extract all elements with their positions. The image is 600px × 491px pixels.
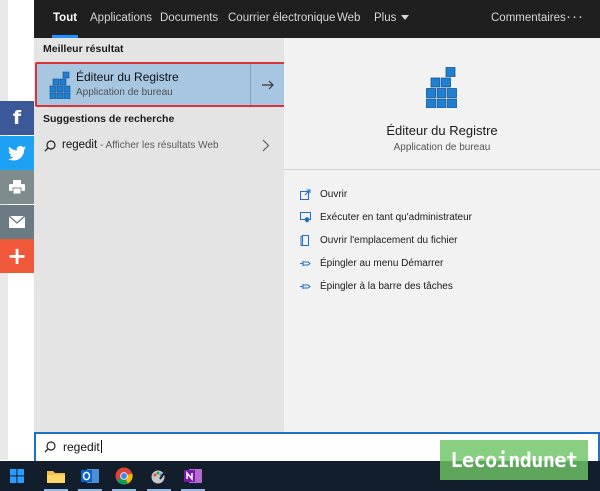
search-query: regedit <box>63 440 100 454</box>
email-share-button[interactable] <box>0 205 34 239</box>
registry-editor-icon <box>426 67 457 108</box>
results-pane: Meilleur résultat Éditeur du Registre Ap… <box>34 38 286 432</box>
plus-icon: + <box>6 242 28 270</box>
email-icon <box>9 216 25 228</box>
paint-app-taskbar-button[interactable] <box>144 461 174 491</box>
action-run-as-admin[interactable]: Exécuter en tant qu'administrateur <box>300 209 472 225</box>
action-pin-to-start[interactable]: Épingler au menu Démarrer <box>300 255 443 271</box>
site-watermark: Lecoindunet <box>440 440 588 480</box>
search-filter-bar: Tout Applications Documents Courrier éle… <box>34 0 600 38</box>
twitter-share-button[interactable] <box>0 136 34 170</box>
more-options-icon[interactable]: ··· <box>566 0 584 38</box>
tab-more[interactable]: Plus <box>374 0 410 38</box>
chrome-icon <box>115 467 133 485</box>
action-open[interactable]: Ouvrir <box>300 186 347 202</box>
feedback-button[interactable]: Commentaires <box>491 0 566 38</box>
onenote-taskbar-button[interactable] <box>178 461 208 491</box>
more-share-button[interactable]: + <box>0 239 34 273</box>
tab-web[interactable]: Web <box>337 0 360 38</box>
action-run-as-admin-label: Exécuter en tant qu'administrateur <box>320 211 472 223</box>
search-input[interactable]: regedit <box>63 440 102 454</box>
arrow-right-icon <box>261 80 274 89</box>
facebook-share-button[interactable]: f <box>0 101 34 135</box>
chevron-right-icon <box>262 139 270 152</box>
action-open-file-location[interactable]: Ouvrir l'emplacement du fichier <box>300 232 458 248</box>
open-details-button[interactable] <box>250 64 284 105</box>
chevron-down-icon <box>401 15 410 20</box>
pin-icon <box>300 258 311 269</box>
onenote-icon <box>184 469 202 483</box>
start-search-menu: Tout Applications Documents Courrier éle… <box>34 0 600 461</box>
action-open-label: Ouvrir <box>320 188 348 200</box>
details-pane: Éditeur du Registre Application de burea… <box>284 38 600 432</box>
action-open-file-location-label: Ouvrir l'emplacement du fichier <box>320 234 458 246</box>
print-icon <box>9 180 25 194</box>
outlook-taskbar-button[interactable] <box>75 461 105 491</box>
suggestion-query: regedit <box>62 139 98 151</box>
divider <box>284 169 600 170</box>
search-icon <box>44 140 56 152</box>
facebook-icon: f <box>12 107 22 129</box>
action-pin-to-taskbar-label: Épingler à la barre des tâches <box>320 280 453 292</box>
folder-icon <box>47 471 65 483</box>
suggestion-text: regedit - Afficher les résultats Web <box>62 139 219 151</box>
registry-editor-icon <box>49 71 71 99</box>
best-match-result[interactable]: Éditeur du Registre Application de burea… <box>35 62 286 107</box>
best-match-title: Éditeur du Registre <box>76 70 179 84</box>
tab-applications[interactable]: Applications <box>90 0 152 38</box>
text-cursor <box>100 440 102 453</box>
file-explorer-taskbar-button[interactable] <box>41 461 71 491</box>
outlook-icon <box>81 469 99 483</box>
twitter-icon <box>8 145 26 161</box>
app-title: Éditeur du Registre <box>386 123 498 138</box>
open-icon <box>300 189 311 200</box>
tab-more-label: Plus <box>374 12 397 24</box>
paint-app-icon <box>151 468 168 484</box>
action-pin-to-start-label: Épingler au menu Démarrer <box>320 257 444 269</box>
tab-all[interactable]: Tout <box>51 0 79 38</box>
print-share-button[interactable] <box>0 170 34 204</box>
windows-start-icon[interactable] <box>10 469 24 483</box>
tab-email[interactable]: Courrier électronique <box>228 0 335 38</box>
chrome-taskbar-button[interactable] <box>109 461 139 491</box>
search-suggestions-heading: Suggestions de recherche <box>43 113 175 125</box>
best-match-heading: Meilleur résultat <box>43 43 124 55</box>
search-icon <box>44 441 56 453</box>
app-subtitle: Application de bureau <box>393 142 491 153</box>
file-location-icon <box>300 234 311 246</box>
web-search-suggestion[interactable]: regedit - Afficher les résultats Web <box>34 134 284 160</box>
action-pin-to-taskbar[interactable]: Épingler à la barre des tâches <box>300 278 453 294</box>
pin-icon <box>300 281 311 292</box>
tab-documents[interactable]: Documents <box>160 0 218 38</box>
best-match-subtitle: Application de bureau <box>76 87 173 98</box>
suggestion-hint: - Afficher les résultats Web <box>97 140 219 151</box>
run-as-admin-icon <box>300 211 311 223</box>
